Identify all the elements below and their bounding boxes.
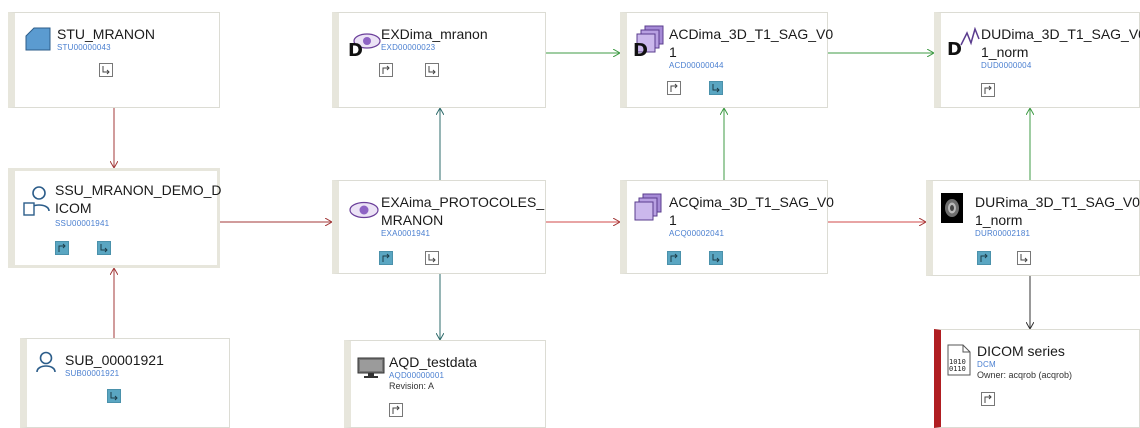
node-dicom-series[interactable]: 1010 0110 DICOM series DCM Owner: acqrob… bbox=[934, 329, 1140, 428]
node-title: EXDima_mranon bbox=[381, 26, 488, 42]
step-up-button[interactable] bbox=[379, 63, 393, 77]
node-code: AQD00000001 bbox=[389, 371, 445, 380]
step-up-button[interactable] bbox=[981, 83, 995, 97]
node-exd[interactable]: D EXDima_mranon EXD00000023 bbox=[332, 12, 546, 108]
node-code: DCM bbox=[977, 360, 996, 369]
node-title: SUB_00001921 bbox=[65, 352, 164, 368]
node-code: ACQ00002041 bbox=[669, 229, 725, 238]
step-down-button[interactable] bbox=[425, 63, 439, 77]
node-title: ACQima_3D_T1_SAG_V0 1 bbox=[669, 194, 834, 228]
node-code: SUB00001921 bbox=[65, 369, 120, 378]
step-down-button[interactable] bbox=[709, 251, 723, 265]
step-up-button[interactable] bbox=[379, 251, 393, 265]
node-aqd[interactable]: AQD_testdata AQD00000001 Revision: A bbox=[344, 340, 546, 428]
user-icon bbox=[35, 351, 57, 378]
brain-scan-icon bbox=[941, 193, 963, 228]
node-title: AQD_testdata bbox=[389, 354, 477, 370]
node-title: SSU_MRANON_DEMO_D ICOM bbox=[55, 182, 222, 216]
node-dur[interactable]: DURima_3D_T1_SAG_V0 1_norm DUR00002181 bbox=[926, 180, 1140, 276]
node-code: DUR00002181 bbox=[975, 229, 1031, 238]
node-acq[interactable]: ACQima_3D_T1_SAG_V0 1 ACQ00002041 bbox=[620, 180, 834, 274]
user-doc-icon bbox=[23, 185, 51, 222]
node-code: EXD00000023 bbox=[381, 43, 436, 52]
node-title: EXAima_PROTOCOLES_ MRANON bbox=[381, 194, 545, 228]
eye-icon bbox=[349, 201, 379, 224]
revision-label: Revision: A bbox=[389, 381, 435, 391]
node-ssu[interactable]: SSU_MRANON_DEMO_D ICOM SSU00001941 bbox=[8, 168, 222, 268]
step-up-button[interactable] bbox=[389, 403, 403, 417]
stack-d-icon: D bbox=[633, 25, 667, 62]
node-code: DUD0000004 bbox=[981, 61, 1032, 70]
folder-icon bbox=[25, 27, 51, 56]
node-title: ACDima_3D_T1_SAG_V0 1 bbox=[669, 26, 834, 60]
node-dud[interactable]: D DUDima_3D_T1_SAG_V0 1_norm DUD0000004 bbox=[934, 12, 1140, 108]
step-up-button[interactable] bbox=[977, 251, 991, 265]
step-up-button[interactable] bbox=[981, 392, 995, 406]
node-acd[interactable]: D ACDima_3D_T1_SAG_V0 1 ACD00000044 bbox=[620, 12, 833, 108]
eye-d-icon: D bbox=[347, 31, 381, 62]
node-stu[interactable]: STU_MRANON STU00000043 bbox=[8, 12, 220, 108]
step-down-button[interactable] bbox=[1017, 251, 1031, 265]
stack-icon bbox=[633, 193, 663, 226]
svg-text:0110: 0110 bbox=[949, 365, 966, 373]
binary-file-icon: 1010 0110 bbox=[947, 344, 971, 381]
node-title: DICOM series bbox=[977, 343, 1065, 359]
svg-text:D: D bbox=[947, 39, 962, 57]
node-title: DUDima_3D_T1_SAG_V0 1_norm bbox=[981, 26, 1140, 60]
node-sub[interactable]: SUB_00001921 SUB00001921 bbox=[20, 338, 230, 428]
step-down-button[interactable] bbox=[97, 241, 111, 255]
node-code: SSU00001941 bbox=[55, 219, 110, 228]
node-exa[interactable]: EXAima_PROTOCOLES_ MRANON EXA0001941 bbox=[332, 180, 546, 274]
step-down-button[interactable] bbox=[99, 63, 113, 77]
step-down-button[interactable] bbox=[425, 251, 439, 265]
step-up-button[interactable] bbox=[667, 251, 681, 265]
node-code: EXA0001941 bbox=[381, 229, 431, 238]
node-title: DURima_3D_T1_SAG_V0 1_norm bbox=[975, 194, 1140, 228]
step-up-button[interactable] bbox=[667, 81, 681, 95]
node-title: STU_MRANON bbox=[57, 26, 156, 42]
monitor-icon bbox=[357, 357, 385, 384]
svg-text:D: D bbox=[348, 40, 363, 57]
node-code: STU00000043 bbox=[57, 43, 111, 52]
step-down-button[interactable] bbox=[107, 389, 121, 403]
owner-label: Owner: acqrob (acqrob) bbox=[977, 370, 1073, 380]
step-up-button[interactable] bbox=[55, 241, 69, 255]
svg-text:D: D bbox=[633, 40, 648, 57]
d-wave-icon: D bbox=[947, 26, 981, 62]
node-code: ACD00000044 bbox=[669, 61, 724, 70]
step-down-button[interactable] bbox=[709, 81, 723, 95]
